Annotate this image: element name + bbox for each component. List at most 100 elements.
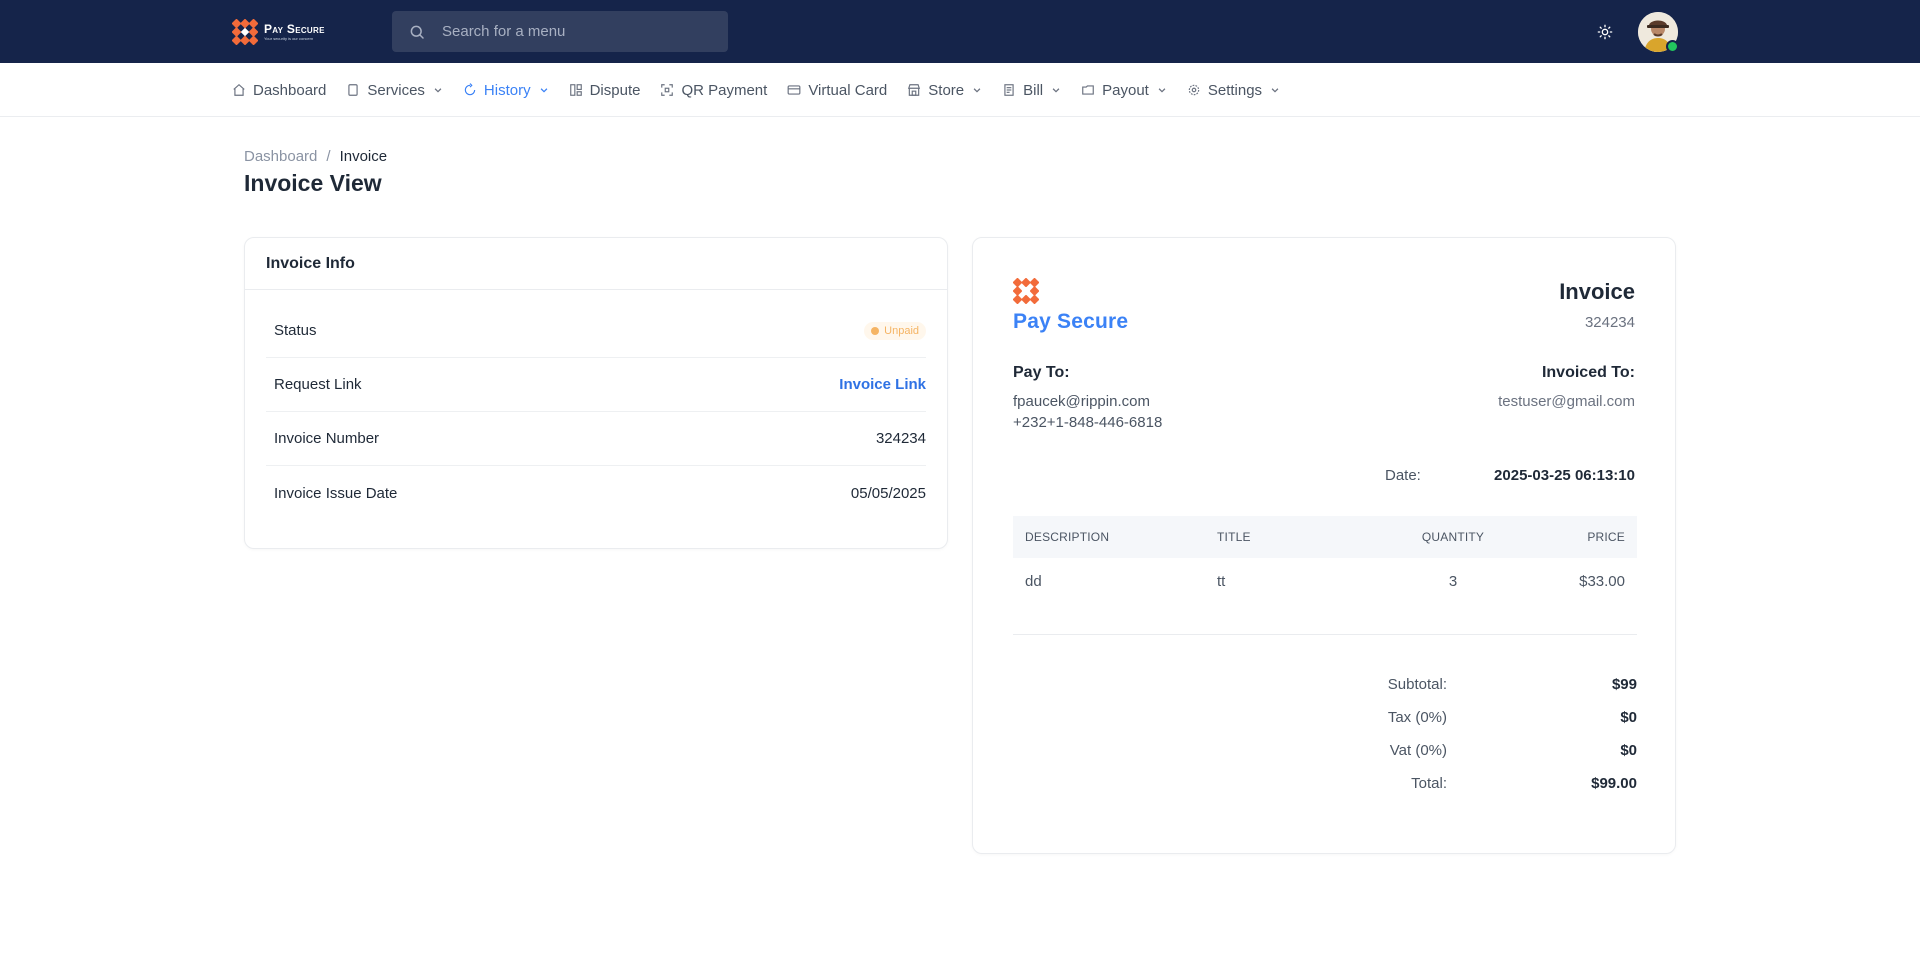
invoice-info-card: Invoice Info Status Unpaid Request Link … xyxy=(244,237,948,549)
invoice-link[interactable]: Invoice Link xyxy=(839,376,926,393)
table-header: DESCRIPTION TITLE QUANTITY PRICE xyxy=(1013,516,1637,558)
nav-item-label: Dashboard xyxy=(253,81,327,99)
nav-item-store[interactable]: Store xyxy=(907,82,982,99)
qr-icon xyxy=(660,83,674,97)
receipt-icon xyxy=(1002,83,1016,97)
chevron-down-icon xyxy=(539,85,549,95)
nav-item-label: Store xyxy=(928,81,965,99)
status-dot xyxy=(871,326,880,335)
invoice-brand-name: Pay Secure xyxy=(1013,310,1129,333)
cell-description: dd xyxy=(1025,572,1042,590)
theme-toggle-button[interactable] xyxy=(1594,21,1616,43)
brand-logo-icon xyxy=(1013,278,1039,304)
nav-item-label: History xyxy=(483,81,531,99)
info-row-issue-date: Invoice Issue Date 05/05/2025 xyxy=(266,466,926,520)
columns-icon xyxy=(569,83,583,97)
status-badge: Unpaid xyxy=(864,321,926,340)
nav-item-dashboard[interactable]: Dashboard xyxy=(232,82,326,99)
invoice-number-label: Invoice Number xyxy=(274,430,380,447)
chevron-down-icon xyxy=(1270,85,1280,95)
nav-item-virtual-card[interactable]: Virtual Card xyxy=(787,82,887,99)
status-badge-text: Unpaid xyxy=(884,324,919,337)
store-icon xyxy=(907,83,921,97)
status-label: Status xyxy=(274,322,317,339)
total-value: $99.00 xyxy=(1591,775,1637,792)
chevron-down-icon xyxy=(1157,85,1167,95)
cell-quantity: 3 xyxy=(1448,572,1458,590)
subtotal-row: Subtotal: $99 xyxy=(1013,668,1637,701)
sun-icon xyxy=(1597,24,1613,40)
invoice-date-value: 2025-03-25 06:13:10 xyxy=(1494,467,1635,484)
column-price: PRICE xyxy=(1587,530,1625,544)
tax-row: Tax (0%) $0 xyxy=(1013,701,1637,734)
nav-item-history[interactable]: History xyxy=(463,82,549,99)
nav-item-label: Virtual Card xyxy=(808,81,888,99)
nav-item-label: Payout xyxy=(1102,81,1149,99)
main-navbar: Dashboard Services History Dispute QR Pa… xyxy=(0,63,1920,117)
column-description: DESCRIPTION xyxy=(1025,530,1110,544)
nav-item-label: Settings xyxy=(1207,81,1263,99)
invoice-totals: Subtotal: $99 Tax (0%) $0 Vat (0%) $0 To… xyxy=(1013,668,1637,800)
nav-item-label: Bill xyxy=(1023,81,1044,99)
subtotal-value: $99 xyxy=(1611,676,1637,693)
info-row-status: Status Unpaid xyxy=(266,304,926,358)
invoice-card: Pay Secure Invoice 324234 Pay To: fpauce… xyxy=(972,237,1676,854)
totals-divider xyxy=(1013,634,1637,635)
invoice-info-title: Invoice Info xyxy=(245,238,947,290)
nav-item-services[interactable]: Services xyxy=(346,82,443,99)
chevron-down-icon xyxy=(972,85,982,95)
card-icon xyxy=(787,83,801,97)
brand-name: Pay Secure xyxy=(264,21,325,36)
nav-item-settings[interactable]: Settings xyxy=(1187,82,1280,99)
pay-to-email: fpaucek@rippin.com xyxy=(1013,393,1150,410)
breadcrumb-separator: / xyxy=(326,148,331,165)
brand-logo-icon xyxy=(232,19,258,45)
menu-search[interactable] xyxy=(392,11,728,52)
issue-date-value: 05/05/2025 xyxy=(850,484,926,502)
cell-price: $33.00 xyxy=(1579,572,1625,590)
invoice-heading: Invoice xyxy=(1559,279,1635,304)
vat-label: Vat (0%) xyxy=(1389,742,1447,759)
invoiced-to-email: testuser@gmail.com xyxy=(1498,393,1635,410)
nav-item-label: QR Payment xyxy=(681,81,768,99)
invoice-number-value: 324234 xyxy=(875,430,926,447)
home-icon xyxy=(232,83,246,97)
request-link-label: Request Link xyxy=(274,376,362,393)
issue-date-label: Invoice Issue Date xyxy=(274,484,398,502)
column-title: TITLE xyxy=(1217,530,1251,544)
chevron-down-icon xyxy=(433,85,443,95)
wallet-icon xyxy=(1081,83,1095,97)
top-header: Pay Secure Your security is our concern xyxy=(0,0,1920,63)
nav-item-dispute[interactable]: Dispute xyxy=(569,82,640,99)
tax-value: $0 xyxy=(1620,709,1637,726)
nav-item-bill[interactable]: Bill xyxy=(1002,82,1061,99)
table-row: dd tt 3 $33.00 xyxy=(1013,558,1637,604)
chevron-down-icon xyxy=(1051,85,1061,95)
invoice-items-table: DESCRIPTION TITLE QUANTITY PRICE dd tt 3… xyxy=(1013,516,1637,604)
cell-title: tt xyxy=(1217,572,1226,590)
invoice-number: 324234 xyxy=(1584,314,1635,331)
nav-item-qr-payment[interactable]: QR Payment xyxy=(660,82,767,99)
breadcrumb-dashboard-link[interactable]: Dashboard xyxy=(244,148,317,165)
nav-item-label: Services xyxy=(367,81,425,99)
search-input[interactable] xyxy=(442,23,712,40)
vat-value: $0 xyxy=(1620,742,1637,759)
subtotal-label: Subtotal: xyxy=(1387,676,1447,693)
breadcrumb-current: Invoice xyxy=(339,148,388,165)
vat-row: Vat (0%) $0 xyxy=(1013,734,1637,767)
pay-to-phone: +232+1-848-446-6818 xyxy=(1013,414,1163,431)
brand-logo[interactable]: Pay Secure Your security is our concern xyxy=(232,19,325,45)
brand-tagline: Your security is our concern xyxy=(264,35,314,41)
pay-to-label: Pay To: xyxy=(1013,364,1070,381)
info-row-invoice-number: Invoice Number 324234 xyxy=(266,412,926,466)
file-icon xyxy=(346,83,360,97)
invoiced-to-label: Invoiced To: xyxy=(1541,364,1635,381)
invoice-date-label: Date: xyxy=(1385,467,1421,484)
history-icon xyxy=(463,83,477,97)
total-label: Total: xyxy=(1411,775,1447,792)
gear-icon xyxy=(1187,83,1201,97)
user-avatar[interactable] xyxy=(1638,12,1679,53)
nav-item-payout[interactable]: Payout xyxy=(1081,82,1167,99)
search-icon xyxy=(410,25,424,39)
page-title: Invoice View xyxy=(244,170,382,196)
